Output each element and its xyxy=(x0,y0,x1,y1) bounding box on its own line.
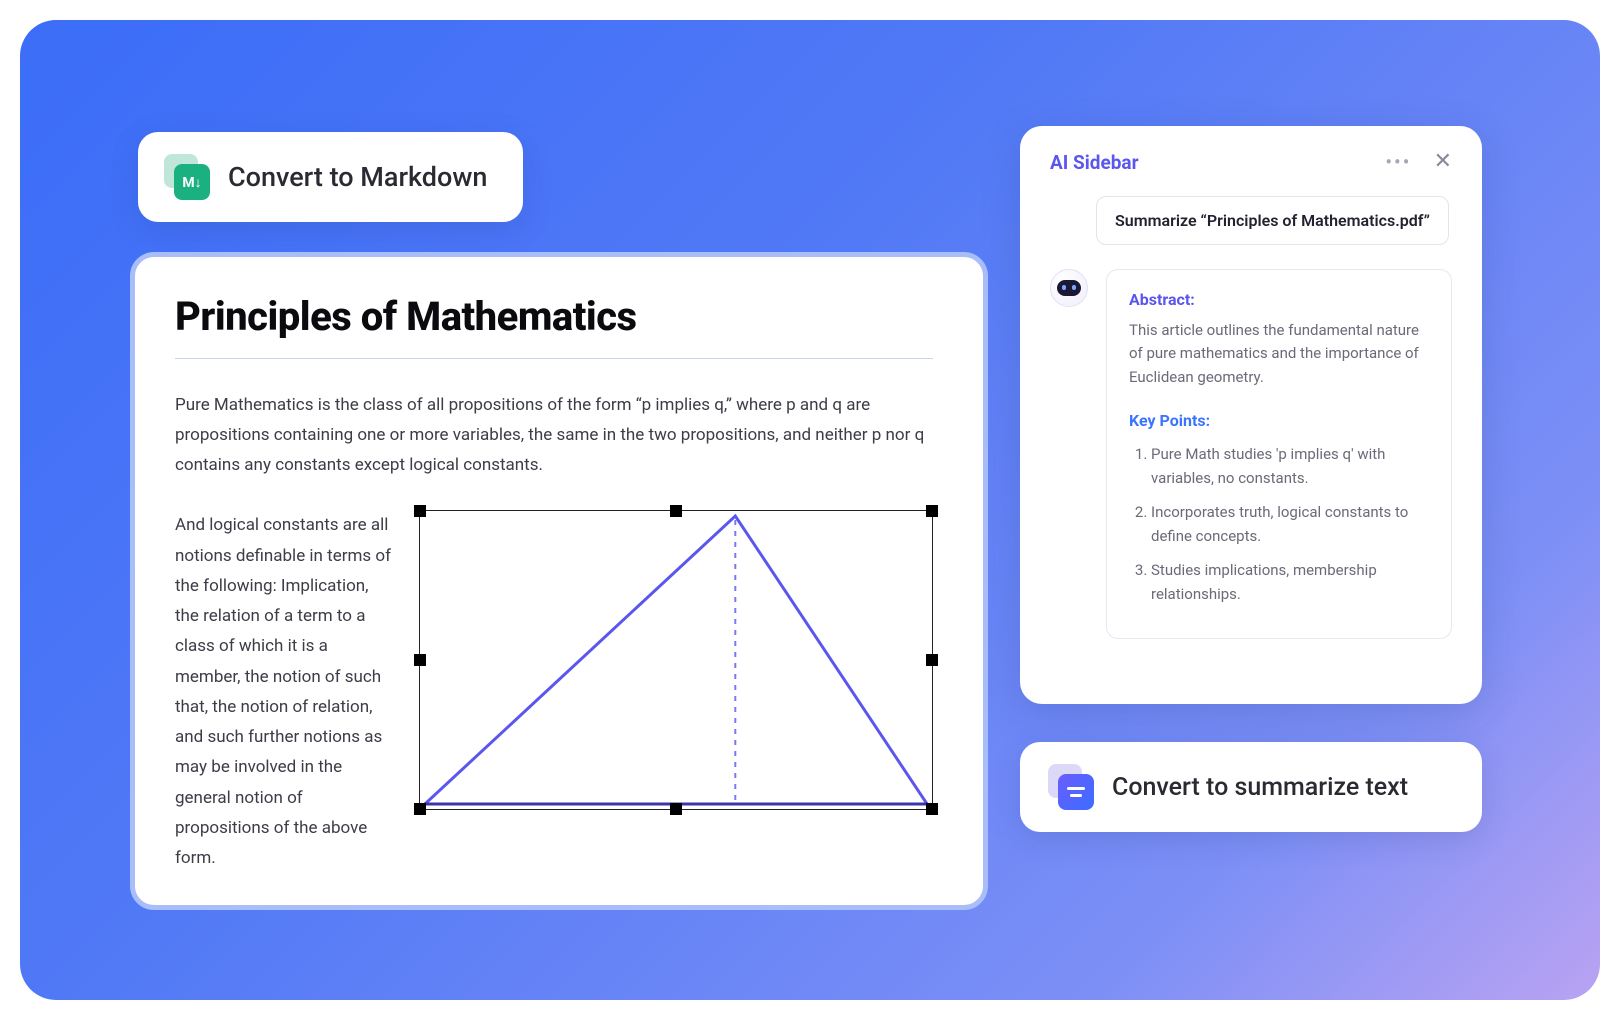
app-canvas: M↓ Convert to Markdown Principles of Mat… xyxy=(20,20,1600,1000)
resize-handle-bottom-left[interactable] xyxy=(414,803,426,815)
ai-sidebar-panel: AI Sidebar ••• ✕ Summarize “Principles o… xyxy=(1020,126,1482,704)
resize-handle-top-left[interactable] xyxy=(414,505,426,517)
keypoint-item: Pure Math studies 'p implies q' with var… xyxy=(1151,442,1429,490)
divider xyxy=(175,358,933,359)
convert-to-markdown-label: Convert to Markdown xyxy=(228,161,487,193)
keypoints-list: Pure Math studies 'p implies q' with var… xyxy=(1129,442,1429,606)
document-title: Principles of Mathematics xyxy=(175,293,933,340)
keypoint-item: Incorporates truth, logical constants to… xyxy=(1151,500,1429,548)
abstract-heading: Abstract: xyxy=(1129,290,1429,309)
resize-handle-middle-right[interactable] xyxy=(926,654,938,666)
document-card: Principles of Mathematics Pure Mathemati… xyxy=(130,252,988,910)
selection-box[interactable] xyxy=(419,510,933,810)
resize-handle-bottom-right[interactable] xyxy=(926,803,938,815)
document-paragraph-2: And logical constants are all notions de… xyxy=(175,510,395,873)
resize-handle-top-right[interactable] xyxy=(926,505,938,517)
more-icon[interactable]: ••• xyxy=(1385,150,1411,174)
resize-handle-top-middle[interactable] xyxy=(670,505,682,517)
summarize-icon xyxy=(1048,764,1094,810)
abstract-text: This article outlines the fundamental na… xyxy=(1129,319,1429,389)
resize-handle-bottom-middle[interactable] xyxy=(670,803,682,815)
convert-to-summarize-button[interactable]: Convert to summarize text xyxy=(1020,742,1482,832)
convert-to-markdown-button[interactable]: M↓ Convert to Markdown xyxy=(138,132,523,222)
user-prompt-chip[interactable]: Summarize “Principles of Mathematics.pdf… xyxy=(1096,196,1449,245)
convert-to-summarize-label: Convert to summarize text xyxy=(1112,773,1408,802)
ai-response-card: Abstract: This article outlines the fund… xyxy=(1106,269,1452,639)
ai-sidebar-title: AI Sidebar xyxy=(1050,151,1139,174)
ai-sidebar-header: AI Sidebar ••• ✕ xyxy=(1050,150,1452,174)
bot-avatar-icon xyxy=(1050,269,1088,307)
close-icon[interactable]: ✕ xyxy=(1434,151,1452,173)
triangle-figure[interactable] xyxy=(419,510,933,810)
markdown-icon: M↓ xyxy=(164,154,210,200)
resize-handle-middle-left[interactable] xyxy=(414,654,426,666)
keypoint-item: Studies implications, membership relatio… xyxy=(1151,558,1429,606)
document-paragraph-1: Pure Mathematics is the class of all pro… xyxy=(175,391,933,480)
keypoints-heading: Key Points: xyxy=(1129,411,1429,430)
